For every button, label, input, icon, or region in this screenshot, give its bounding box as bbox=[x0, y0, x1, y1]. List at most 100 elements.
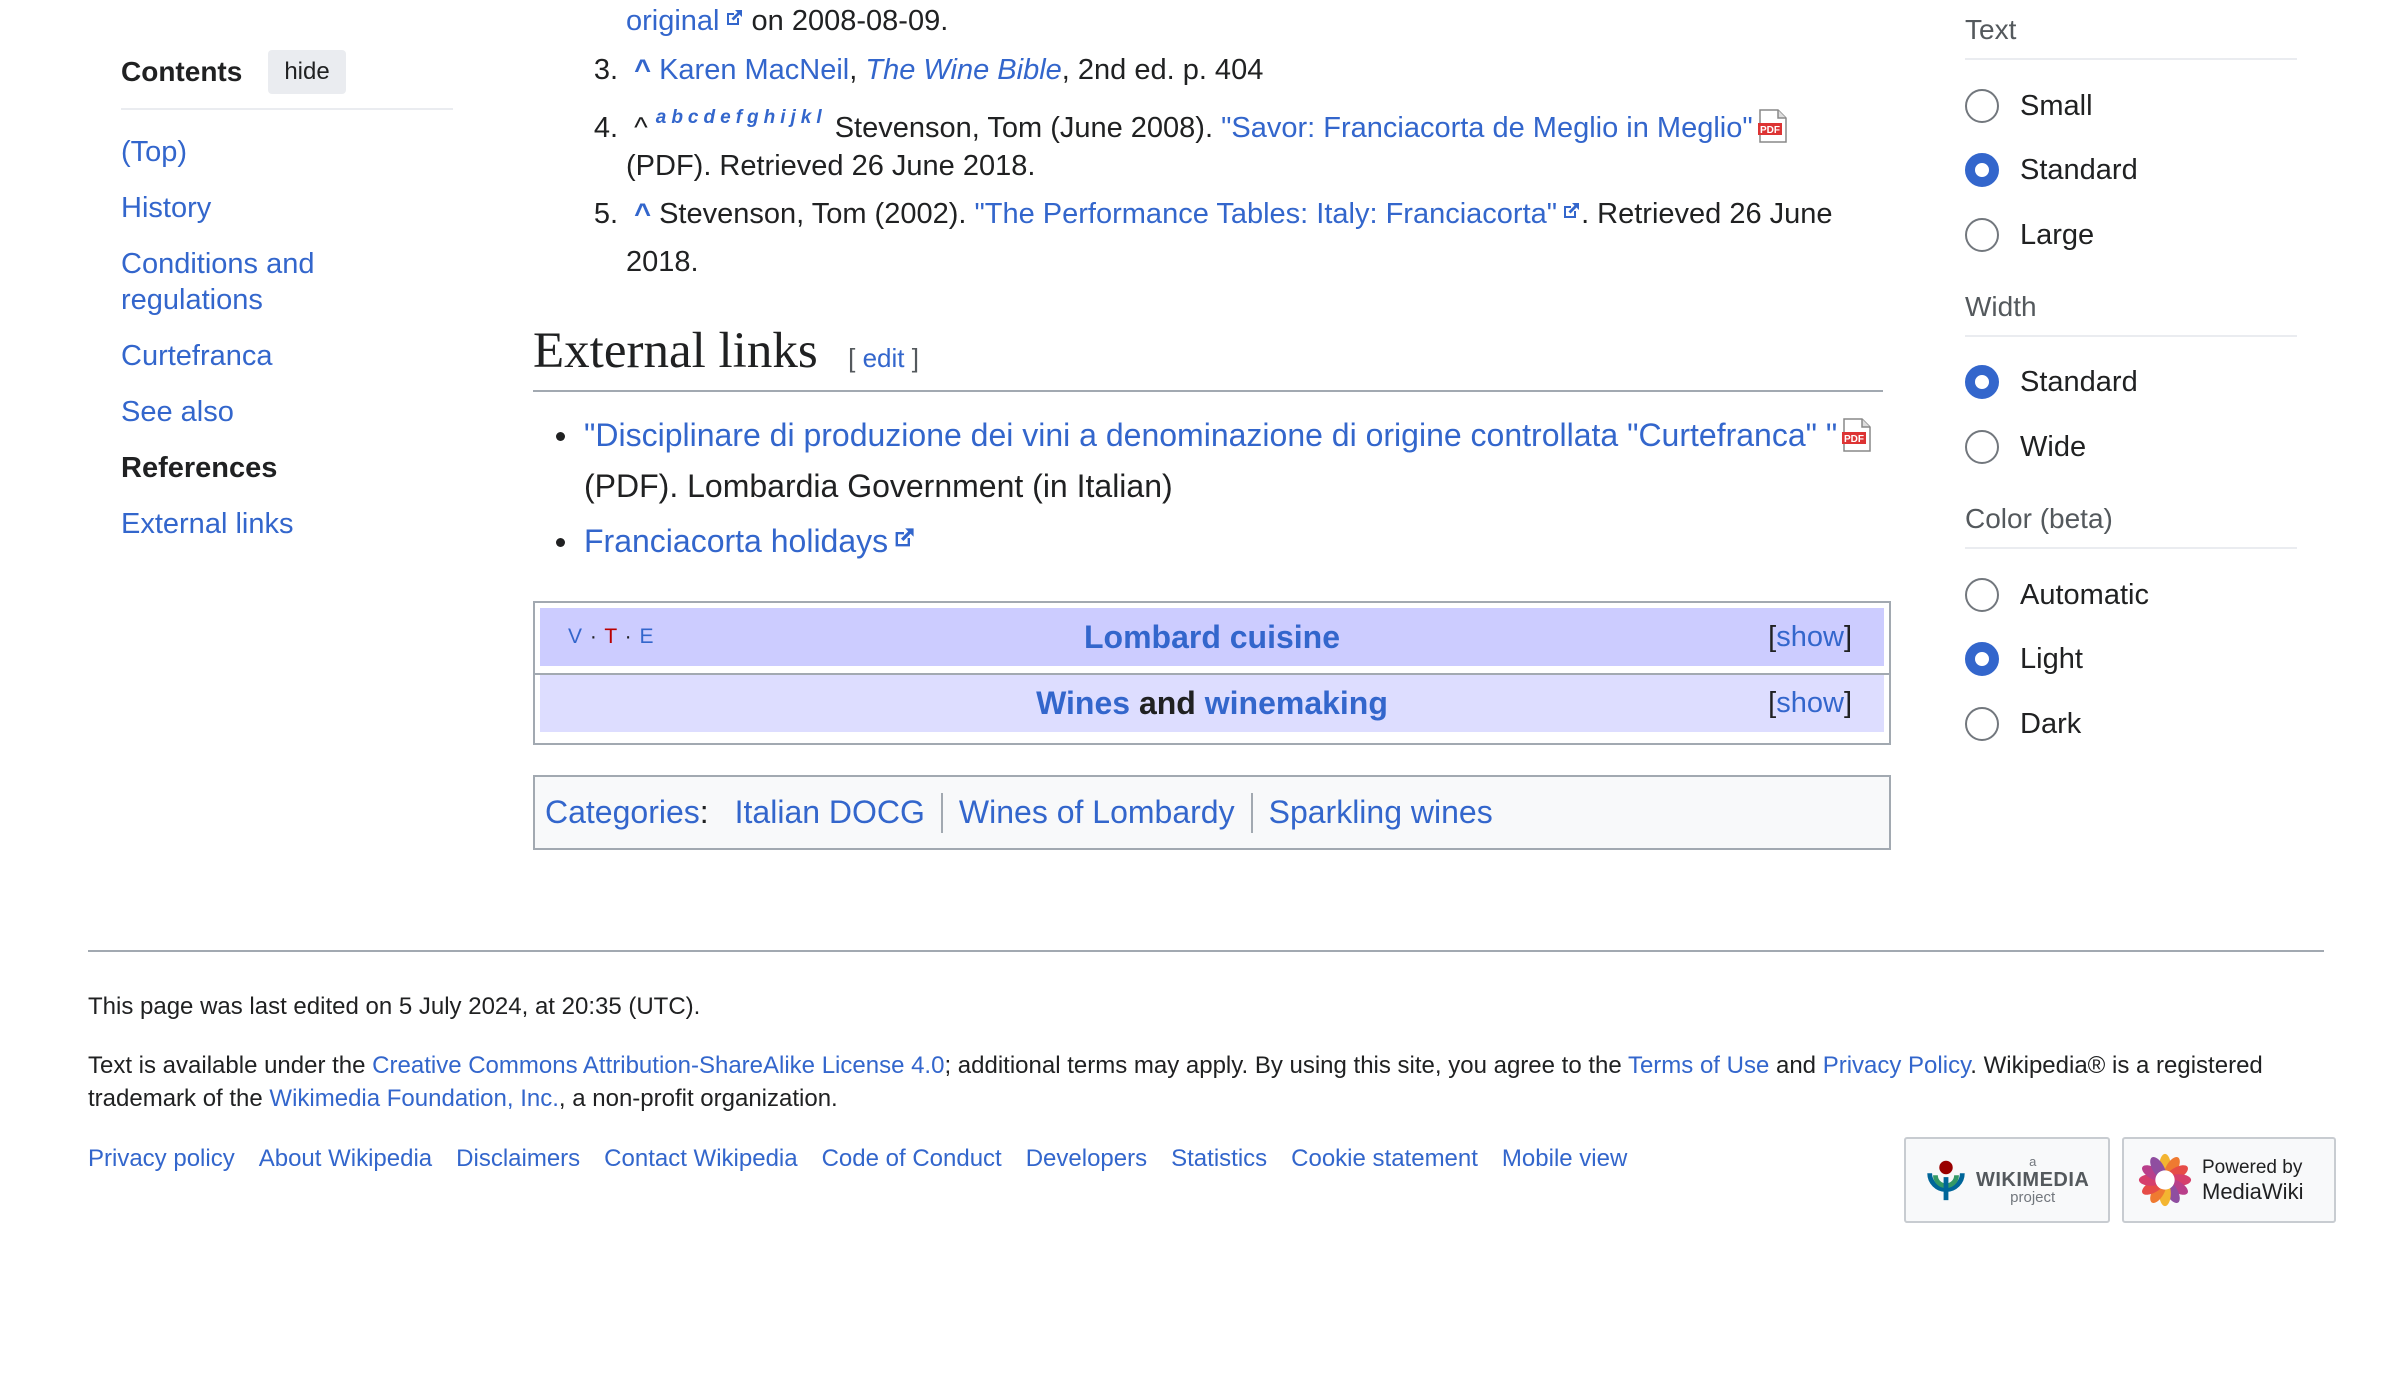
navbox-title-link[interactable]: Lombard cuisine bbox=[1084, 619, 1340, 656]
footer-cookie-statement[interactable]: Cookie statement bbox=[1291, 1145, 1478, 1173]
cc-license-link[interactable]: Creative Commons Attribution-ShareAlike … bbox=[372, 1052, 944, 1079]
toc-item-top[interactable]: (Top) bbox=[121, 136, 187, 168]
option-label: Automatic bbox=[2020, 578, 2149, 611]
color-dark-option[interactable]: Dark bbox=[1965, 702, 2081, 746]
privacy-policy-link[interactable]: Privacy Policy bbox=[1823, 1052, 1971, 1079]
backlink-h[interactable]: h bbox=[764, 107, 776, 128]
toc-item-curtefranca[interactable]: Curtefranca bbox=[121, 340, 273, 372]
toc-item-conditions[interactable]: Conditions and regulations bbox=[121, 248, 314, 316]
toc-header: Contents hide bbox=[121, 48, 453, 110]
wikimedia-project-badge[interactable]: a WIKIMEDIA project bbox=[1904, 1137, 2110, 1223]
footer-divider bbox=[88, 950, 2324, 952]
backlink-c[interactable]: c bbox=[688, 107, 699, 128]
archive-original-link[interactable]: original bbox=[626, 5, 720, 37]
radio-button[interactable] bbox=[1965, 430, 1999, 464]
footer-code-of-conduct[interactable]: Code of Conduct bbox=[822, 1145, 1002, 1173]
category-separator bbox=[940, 792, 943, 833]
radio-button[interactable] bbox=[1965, 707, 1999, 741]
license-and: and bbox=[1769, 1052, 1823, 1079]
backlink-g[interactable]: g bbox=[747, 107, 759, 128]
radio-button[interactable] bbox=[1965, 218, 1999, 252]
powered-by-mediawiki-badge[interactable]: Powered by MediaWiki bbox=[2122, 1137, 2336, 1223]
license-pre: Text is available under the bbox=[88, 1052, 373, 1079]
backlink-d[interactable]: d bbox=[704, 107, 716, 128]
ref-backlink-caret[interactable]: ^ bbox=[634, 54, 651, 86]
ref-book-link[interactable]: The Wine Bible bbox=[865, 54, 1061, 86]
ref-author: Stevenson, Tom (2002). bbox=[659, 198, 975, 230]
category-links: Categories: Italian DOCG Wines of Lombar… bbox=[533, 775, 1891, 850]
navbox-wines: Wines and winemaking [show] bbox=[540, 674, 1884, 732]
show-button[interactable]: show bbox=[1776, 687, 1844, 719]
option-label: Small bbox=[2020, 89, 2093, 122]
footer-mobile-view[interactable]: Mobile view bbox=[1502, 1145, 1627, 1173]
category-sparkling-wines[interactable]: Sparkling wines bbox=[1269, 794, 1493, 831]
backlink-f[interactable]: f bbox=[736, 107, 742, 128]
toc-item-history[interactable]: History bbox=[121, 192, 211, 224]
text-size-standard-option[interactable]: Standard bbox=[1965, 148, 2138, 192]
footer-contact-wikipedia[interactable]: Contact Wikipedia bbox=[604, 1145, 797, 1173]
license-post: . Wikipedia® is a registered bbox=[1970, 1052, 2263, 1079]
svg-text:PDF: PDF bbox=[1844, 434, 1864, 445]
backlink-a[interactable]: a bbox=[656, 107, 667, 128]
backlink-j[interactable]: j bbox=[791, 107, 796, 128]
footer-disclaimers[interactable]: Disclaimers bbox=[456, 1145, 580, 1173]
disciplinare-link[interactable]: "Disciplinare di produzione dei vini a d… bbox=[584, 417, 1837, 453]
footer-privacy-policy[interactable]: Privacy policy bbox=[88, 1145, 235, 1173]
navbox-toggle: [show] bbox=[1768, 621, 1852, 654]
ref-rest: , 2nd ed. p. 404 bbox=[1061, 54, 1264, 86]
width-wide-option[interactable]: Wide bbox=[1965, 425, 2086, 469]
backlink-e[interactable]: e bbox=[720, 107, 731, 128]
navbox-divider bbox=[533, 673, 1891, 675]
radio-button[interactable] bbox=[1965, 578, 1999, 612]
backlink-l[interactable]: l bbox=[816, 107, 821, 128]
wines-link[interactable]: Wines bbox=[1036, 685, 1130, 721]
ref-number: 4. bbox=[593, 112, 618, 144]
backlink-b[interactable]: b bbox=[671, 107, 683, 128]
radio-button-selected[interactable] bbox=[1965, 153, 1999, 187]
toc-item-references[interactable]: References bbox=[121, 452, 277, 484]
ref-title-link[interactable]: "The Performance Tables: Italy: Franciac… bbox=[974, 198, 1557, 230]
ref-backlink-caret[interactable]: ^ bbox=[634, 198, 651, 230]
winemaking-link[interactable]: winemaking bbox=[1205, 685, 1388, 721]
appearance-width-heading: Width bbox=[1965, 291, 2297, 337]
ref-author-link[interactable]: Karen MacNeil bbox=[659, 54, 849, 86]
width-standard-option[interactable]: Standard bbox=[1965, 360, 2138, 404]
show-button[interactable]: show bbox=[1776, 621, 1844, 653]
toc-hide-button[interactable]: hide bbox=[268, 50, 346, 94]
text-size-small-option[interactable]: Small bbox=[1965, 84, 2093, 128]
badge-sub: project bbox=[2010, 1189, 2056, 1206]
radio-button[interactable] bbox=[1965, 89, 1999, 123]
color-automatic-option[interactable]: Automatic bbox=[1965, 573, 2149, 617]
radio-button-selected[interactable] bbox=[1965, 365, 1999, 399]
option-label: Wide bbox=[2020, 430, 2087, 463]
franciacorta-holidays-link[interactable]: Franciacorta holidays bbox=[584, 523, 888, 559]
edit-section-link[interactable]: edit bbox=[863, 343, 905, 373]
wikimedia-foundation-link[interactable]: Wikimedia Foundation, Inc. bbox=[269, 1085, 558, 1112]
backlink-i[interactable]: i bbox=[780, 107, 785, 128]
navbox-lombard-cuisine: V · T · E Lombard cuisine [show] bbox=[540, 608, 1884, 666]
talk-template-link[interactable]: T bbox=[604, 625, 617, 648]
edit-template-link[interactable]: E bbox=[639, 625, 654, 648]
footer-about-wikipedia[interactable]: About Wikipedia bbox=[259, 1145, 432, 1173]
category-wines-of-lombardy[interactable]: Wines of Lombardy bbox=[959, 794, 1235, 831]
backlink-k[interactable]: k bbox=[801, 107, 812, 128]
terms-of-use-link[interactable]: Terms of Use bbox=[1628, 1052, 1769, 1079]
footer-statistics[interactable]: Statistics bbox=[1171, 1145, 1267, 1173]
ref-sep: , bbox=[849, 54, 866, 86]
navbox-toggle: [show] bbox=[1768, 687, 1852, 720]
text-size-large-option[interactable]: Large bbox=[1965, 213, 2094, 257]
footer-developers[interactable]: Developers bbox=[1026, 1145, 1147, 1173]
radio-button-selected[interactable] bbox=[1965, 642, 1999, 676]
color-light-option[interactable]: Light bbox=[1965, 637, 2083, 681]
category-italian-docg[interactable]: Italian DOCG bbox=[735, 794, 925, 831]
ref-rest: . Retrieved 26 June bbox=[1581, 198, 1833, 230]
ref-title-link[interactable]: "Savor: Franciacorta de Meglio in Meglio… bbox=[1221, 112, 1753, 144]
view-template-link[interactable]: V bbox=[568, 625, 583, 648]
toc-item-see-also[interactable]: See also bbox=[121, 396, 234, 428]
option-label: Standard bbox=[2020, 365, 2138, 398]
categories-label-link[interactable]: Categories bbox=[545, 794, 700, 830]
license-mid: ; additional terms may apply. By using t… bbox=[944, 1052, 1628, 1079]
reference-item-4-cont: (PDF). Retrieved 26 June 2018. bbox=[626, 142, 1035, 190]
svg-text:PDF: PDF bbox=[1760, 125, 1780, 136]
toc-item-external-links[interactable]: External links bbox=[121, 508, 293, 540]
